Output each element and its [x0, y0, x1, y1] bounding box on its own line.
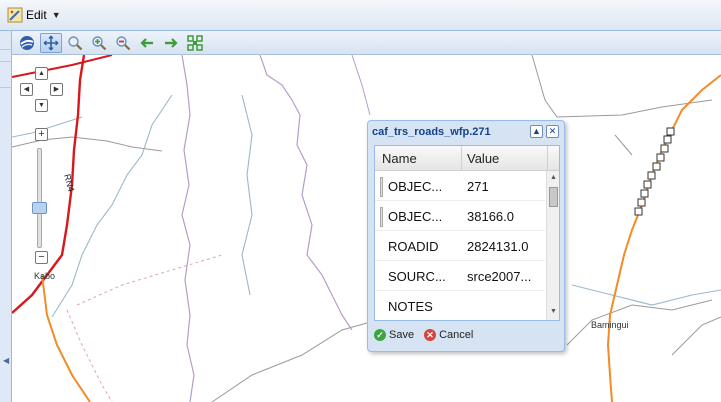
- table-row[interactable]: NOTES: [375, 291, 545, 320]
- pencil-ruler-icon: [7, 7, 23, 23]
- pan-left-button[interactable]: ◀: [20, 83, 33, 96]
- province-boundary: [351, 55, 371, 116]
- menu-bar: Edit ▼: [0, 0, 721, 31]
- zoom-in-box-icon: [92, 35, 107, 50]
- attribute-value[interactable]: 38166.0: [462, 201, 545, 231]
- pan-up-button[interactable]: ▲: [35, 67, 48, 80]
- province-boundary: [181, 55, 195, 402]
- zoom-in-control[interactable]: +: [35, 128, 48, 141]
- grid-scrollbar[interactable]: ▲ ▼: [546, 171, 559, 320]
- province-boundary: [259, 55, 353, 331]
- attribute-name: SOURC...: [388, 269, 446, 284]
- zoom-in-icon: [68, 35, 83, 50]
- column-header-value[interactable]: Value: [462, 146, 548, 171]
- full-extent-icon: [187, 34, 203, 51]
- save-button[interactable]: ✓ Save: [374, 329, 414, 341]
- attribute-name: NOTES: [388, 299, 433, 314]
- left-panel-collapsed[interactable]: ◀: [0, 31, 12, 402]
- attribute-rows: OBJEC... 271 OBJEC... 38166.0 ROADID 282…: [375, 171, 545, 320]
- zoom-slider-track[interactable]: [37, 148, 42, 248]
- attribute-value[interactable]: [462, 291, 545, 320]
- attribute-grid: Name Value OBJEC... 271 OBJEC... 38166.0…: [374, 145, 560, 321]
- admin-boundary: [671, 316, 721, 356]
- column-header-name[interactable]: Name: [375, 146, 462, 171]
- check-icon: ✓: [374, 329, 386, 341]
- scrollbar-thumb[interactable]: [549, 187, 558, 207]
- zoom-out-box-button[interactable]: [112, 33, 134, 53]
- chevron-down-icon: ▼: [51, 10, 61, 20]
- scroll-up-icon[interactable]: ▲: [550, 174, 557, 181]
- full-extent-button[interactable]: [184, 33, 206, 53]
- road-orange-selected: [606, 74, 721, 402]
- popup-footer: ✓ Save ✕ Cancel: [374, 324, 473, 346]
- river: [241, 94, 253, 296]
- edit-menu-button[interactable]: Edit ▼: [4, 5, 64, 25]
- place-label-kabo: Kabo: [34, 271, 56, 281]
- zoom-out-box-icon: [116, 35, 131, 50]
- attribute-name: OBJEC...: [388, 209, 443, 224]
- admin-boundary: [566, 299, 713, 346]
- pan-right-button[interactable]: ▶: [50, 83, 63, 96]
- edit-menu-label: Edit: [26, 8, 47, 22]
- table-row[interactable]: SOURC... srce2007...: [375, 261, 545, 291]
- place-label-bamingui: Bamingui: [591, 320, 629, 330]
- dashed-boundary: [76, 254, 223, 306]
- admin-boundary: [211, 322, 368, 402]
- back-arrow-icon: [140, 37, 153, 48]
- close-icon[interactable]: ✕: [546, 125, 559, 138]
- divider: [0, 61, 12, 62]
- forward-button[interactable]: [160, 33, 182, 53]
- table-row[interactable]: ROADID 2824131.0: [375, 231, 545, 261]
- cancel-icon: ✕: [424, 329, 437, 341]
- attribute-name: OBJEC...: [388, 179, 443, 194]
- forward-arrow-icon: [165, 37, 178, 48]
- admin-boundary: [614, 134, 633, 156]
- road-label-rn4: RN4: [62, 173, 76, 193]
- zoom-slider-thumb[interactable]: [32, 202, 47, 214]
- divider: [0, 49, 12, 50]
- cancel-label: Cancel: [439, 329, 474, 341]
- zoom-in-button[interactable]: [64, 33, 86, 53]
- feature-popup: caf_trs_roads_wfp.271 ▲ ✕ Name Value OBJ…: [367, 120, 565, 352]
- cancel-button[interactable]: ✕ Cancel: [424, 329, 473, 341]
- selected-feature-vertices[interactable]: [634, 127, 675, 216]
- attribute-name: ROADID: [388, 239, 439, 254]
- divider: [0, 87, 12, 88]
- expand-arrow-icon[interactable]: ◀: [3, 356, 9, 365]
- collapse-button[interactable]: ▲: [530, 125, 543, 138]
- globe-button[interactable]: [16, 33, 38, 53]
- back-button[interactable]: [136, 33, 158, 53]
- attribute-value[interactable]: 2824131.0: [462, 231, 545, 261]
- save-label: Save: [389, 329, 415, 341]
- pan-button[interactable]: [40, 32, 62, 53]
- river: [571, 284, 721, 306]
- scroll-down-icon[interactable]: ▼: [550, 308, 557, 315]
- road-red: [12, 55, 113, 78]
- table-row[interactable]: OBJEC... 38166.0: [375, 201, 545, 231]
- table-row[interactable]: OBJEC... 271: [375, 171, 545, 201]
- map-toolbar: [12, 31, 721, 55]
- dashed-boundary: [66, 309, 113, 402]
- globe-icon: [20, 35, 34, 50]
- zoom-in-box-button[interactable]: [88, 33, 110, 53]
- grid-header: Name Value: [375, 146, 559, 171]
- popup-title: caf_trs_roads_wfp.271: [372, 126, 491, 138]
- zoom-out-control[interactable]: −: [35, 251, 48, 264]
- pan-icon: [43, 35, 59, 50]
- attribute-value[interactable]: 271: [462, 171, 545, 201]
- pan-down-button[interactable]: ▼: [35, 99, 48, 112]
- attribute-value[interactable]: srce2007...: [462, 261, 545, 291]
